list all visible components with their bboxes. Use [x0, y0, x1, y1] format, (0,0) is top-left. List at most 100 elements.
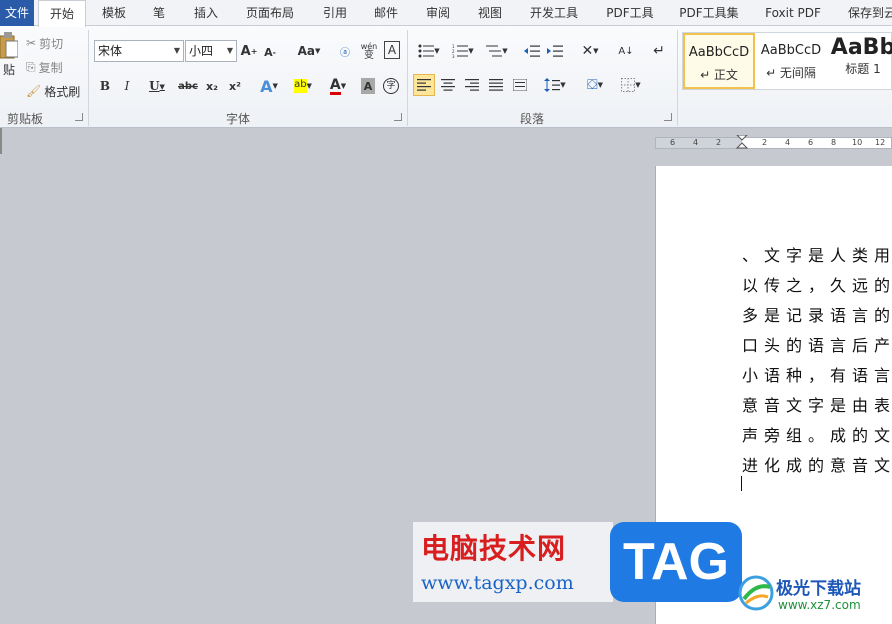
- text-effects-button[interactable]: A ▼: [256, 76, 282, 96]
- enclose-char-button[interactable]: 字: [382, 76, 400, 96]
- ruler-tick: 12: [875, 138, 886, 147]
- increase-indent-button[interactable]: [545, 40, 565, 62]
- grow-font-icon: A: [240, 43, 251, 59]
- chevron-down-icon: ▼: [315, 47, 321, 55]
- chevron-down-icon: ▼: [159, 81, 165, 91]
- tab-home[interactable]: 开始: [38, 0, 86, 27]
- char-border-icon: A: [387, 43, 397, 57]
- bold-icon: B: [99, 79, 111, 93]
- indent-marker-icon[interactable]: [736, 135, 748, 149]
- paint-bucket-icon: ⛋: [586, 77, 598, 93]
- sort-button[interactable]: A↓: [616, 40, 636, 62]
- menu-bar: 文件 开始 模板 笔 插入 页面布局 引用 邮件 审阅 视图 开发工具 PDF工…: [0, 0, 892, 27]
- tab-insert[interactable]: 插入: [186, 0, 226, 26]
- shrink-font-icon: A: [264, 45, 273, 59]
- group-separator: [407, 30, 408, 126]
- tab-page-layout[interactable]: 页面布局: [240, 0, 300, 26]
- cut-label: 剪切: [39, 36, 64, 51]
- char-shading-button[interactable]: A: [361, 78, 375, 94]
- font-size-combo[interactable]: 小四 ▼: [185, 40, 237, 62]
- strikethrough-button[interactable]: abc: [177, 76, 199, 96]
- tab-view[interactable]: 视图: [470, 0, 510, 26]
- underline-icon: U: [149, 79, 160, 93]
- ruler-tick: 10: [852, 138, 863, 147]
- copy-button[interactable]: ⎘ 复制: [26, 59, 63, 75]
- paragraph-launcher-icon[interactable]: [664, 113, 672, 121]
- tab-references[interactable]: 引用: [315, 0, 355, 26]
- style-sample: AaBb: [830, 35, 892, 60]
- font-launcher-icon[interactable]: [394, 113, 402, 121]
- tab-mailings[interactable]: 邮件: [366, 0, 406, 26]
- tab-save-to-cloud[interactable]: 保存到云: [842, 0, 892, 26]
- style-no-spacing[interactable]: AaBbCcD ↵ 无间隔: [755, 33, 827, 89]
- chevron-down-icon: ▼: [434, 47, 440, 55]
- shrink-font-button[interactable]: A-: [262, 42, 278, 62]
- style-heading-1[interactable]: AaBb 标题 1: [827, 33, 892, 89]
- style-sample: AaBbCcD: [688, 45, 750, 60]
- tab-pdf-toolset[interactable]: PDF工具集: [674, 0, 744, 26]
- italic-button[interactable]: I: [120, 76, 134, 96]
- style-normal[interactable]: AaBbCcD ↵ 正文: [683, 33, 755, 89]
- watermark-title: 电脑技术网: [421, 532, 567, 565]
- enclose-char-icon: 字: [383, 78, 399, 94]
- horizontal-ruler[interactable]: 6 4 2 2 4 6 8 10 12: [655, 135, 892, 149]
- clear-format-button[interactable]: ⓐ: [336, 40, 354, 62]
- multilevel-list-icon: [486, 45, 503, 57]
- font-color-button[interactable]: A ▼: [324, 76, 352, 96]
- phonetic-char: 变: [364, 50, 374, 61]
- tab-foxit-pdf[interactable]: Foxit PDF: [760, 0, 826, 26]
- tab-pen[interactable]: 笔: [144, 0, 174, 26]
- grow-font-button[interactable]: A +: [240, 40, 258, 62]
- font-color-icon: A: [329, 76, 341, 95]
- cut-button[interactable]: ✂ 剪切: [26, 35, 63, 51]
- numbered-list-icon: 123: [452, 44, 469, 58]
- bold-button[interactable]: B: [98, 76, 112, 96]
- change-case-button[interactable]: Aa ▼: [296, 40, 322, 62]
- decrease-indent-button[interactable]: [522, 40, 542, 62]
- italic-icon: I: [124, 79, 130, 93]
- format-painter-button[interactable]: 🖌 格式刷: [26, 83, 80, 99]
- show-marks-button[interactable]: ↵: [650, 40, 668, 62]
- tab-review[interactable]: 审阅: [418, 0, 458, 26]
- format-painter-label: 格式刷: [44, 84, 81, 99]
- tab-developer[interactable]: 开发工具: [524, 0, 584, 26]
- borders-button[interactable]: ▼: [616, 74, 646, 96]
- document-line: 、文字是人类用: [742, 246, 892, 265]
- superscript-button[interactable]: x²: [226, 76, 244, 96]
- clipboard-launcher-icon[interactable]: [75, 113, 83, 121]
- highlight-button[interactable]: ab ▼: [288, 76, 318, 96]
- align-left-button[interactable]: [413, 74, 435, 96]
- phonetic-guide-button[interactable]: wén 变: [358, 40, 380, 62]
- document-line: 多是记录语言的: [742, 306, 892, 325]
- char-border-button[interactable]: A: [384, 41, 400, 59]
- tab-file[interactable]: 文件: [0, 0, 34, 26]
- line-spacing-button[interactable]: ▼: [540, 74, 570, 96]
- align-right-button[interactable]: [461, 74, 483, 96]
- multilevel-list-button[interactable]: ▼: [482, 40, 512, 62]
- svg-text:3: 3: [452, 54, 455, 58]
- chevron-down-icon: ▼: [635, 81, 641, 89]
- shading-button[interactable]: ⛋ ▼: [580, 74, 610, 96]
- tab-template[interactable]: 模板: [92, 0, 136, 26]
- font-group-label: 字体: [225, 112, 250, 126]
- document-line: 意音文字是由表: [742, 396, 892, 415]
- justify-button[interactable]: [485, 74, 507, 96]
- subscript-button[interactable]: x₂: [203, 76, 221, 96]
- bullets-button[interactable]: ▼: [414, 40, 444, 62]
- chinese-layout-button[interactable]: ✕ ▼: [575, 40, 605, 62]
- underline-button[interactable]: U ▼: [144, 76, 170, 96]
- ruler-tick: 4: [785, 138, 791, 147]
- style-name: 标题 1: [845, 62, 881, 76]
- sort-icon: A↓: [618, 45, 634, 57]
- paste-button[interactable]: 贴: [0, 32, 18, 78]
- aurora-logo-icon: [738, 575, 774, 611]
- align-right-icon: [465, 79, 479, 91]
- highlight-icon: ab: [294, 79, 307, 93]
- align-center-button[interactable]: [437, 74, 459, 96]
- numbering-button[interactable]: 1 2 3 ▼: [448, 40, 478, 62]
- tab-pdf-tools[interactable]: PDF工具: [600, 0, 660, 26]
- copy-label: 复制: [38, 60, 63, 75]
- aurora-download-name: 极光下载站: [776, 579, 861, 599]
- distributed-button[interactable]: [509, 74, 531, 96]
- font-name-combo[interactable]: 宋体 ▼: [94, 40, 184, 62]
